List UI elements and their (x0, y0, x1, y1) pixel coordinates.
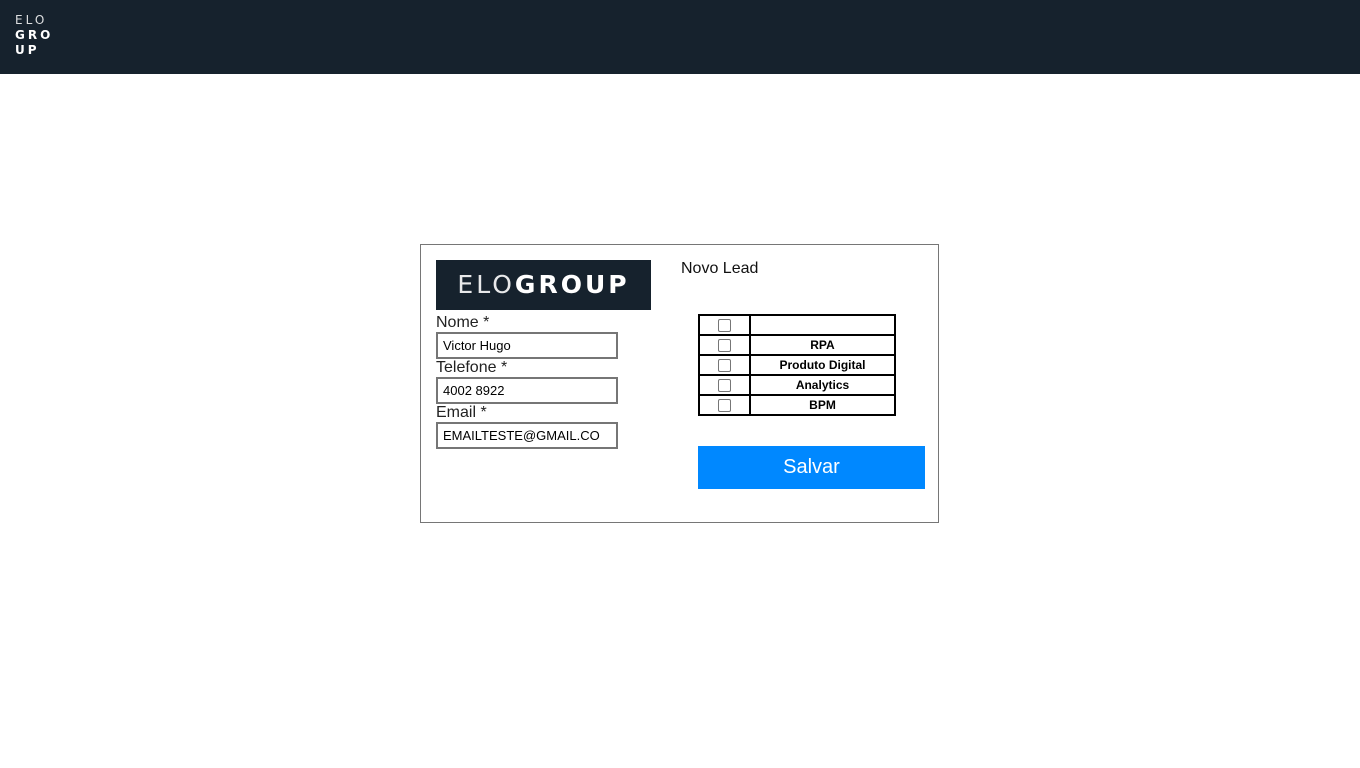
logo-line-1: ELO (15, 13, 48, 27)
table-row: Analytics (698, 374, 896, 396)
select-all-checkbox[interactable] (718, 319, 731, 333)
service-label (749, 314, 896, 336)
lead-form-card: ELOGROUP Novo Lead Nome * Telefone * Ema… (420, 244, 939, 523)
email-label: Email * (436, 404, 487, 421)
telefone-input[interactable] (436, 377, 618, 404)
top-navbar: ELO GRO UP (0, 0, 1360, 74)
logo-line-3: UP (15, 43, 40, 57)
table-row (698, 314, 896, 336)
rpa-checkbox[interactable] (718, 339, 731, 353)
telefone-label: Telefone * (436, 359, 508, 376)
table-row: Produto Digital (698, 354, 896, 376)
service-label: Analytics (749, 374, 896, 396)
bpm-checkbox[interactable] (718, 399, 731, 413)
checkbox-cell (698, 314, 751, 336)
service-label: BPM (749, 394, 896, 416)
card-logo-bold: GROUP (514, 270, 630, 299)
service-label: RPA (749, 334, 896, 356)
service-label: Produto Digital (749, 354, 896, 376)
services-table: RPA Produto Digital Analytics BPM (698, 314, 896, 416)
checkbox-cell (698, 374, 751, 396)
elogroup-logo[interactable]: ELO GRO UP (15, 13, 53, 58)
table-row: RPA (698, 334, 896, 356)
checkbox-cell (698, 354, 751, 376)
checkbox-cell (698, 334, 751, 356)
email-input[interactable] (436, 422, 618, 449)
form-title: Novo Lead (681, 260, 759, 277)
nome-input[interactable] (436, 332, 618, 359)
table-row: BPM (698, 394, 896, 416)
checkbox-cell (698, 394, 751, 416)
card-logo-thin: ELO (457, 270, 515, 299)
nome-label: Nome * (436, 314, 490, 331)
logo-line-2: GRO (15, 28, 54, 42)
produto-digital-checkbox[interactable] (718, 359, 731, 373)
card-logo: ELOGROUP (436, 260, 651, 310)
analytics-checkbox[interactable] (718, 379, 731, 393)
save-button[interactable]: Salvar (698, 446, 925, 489)
